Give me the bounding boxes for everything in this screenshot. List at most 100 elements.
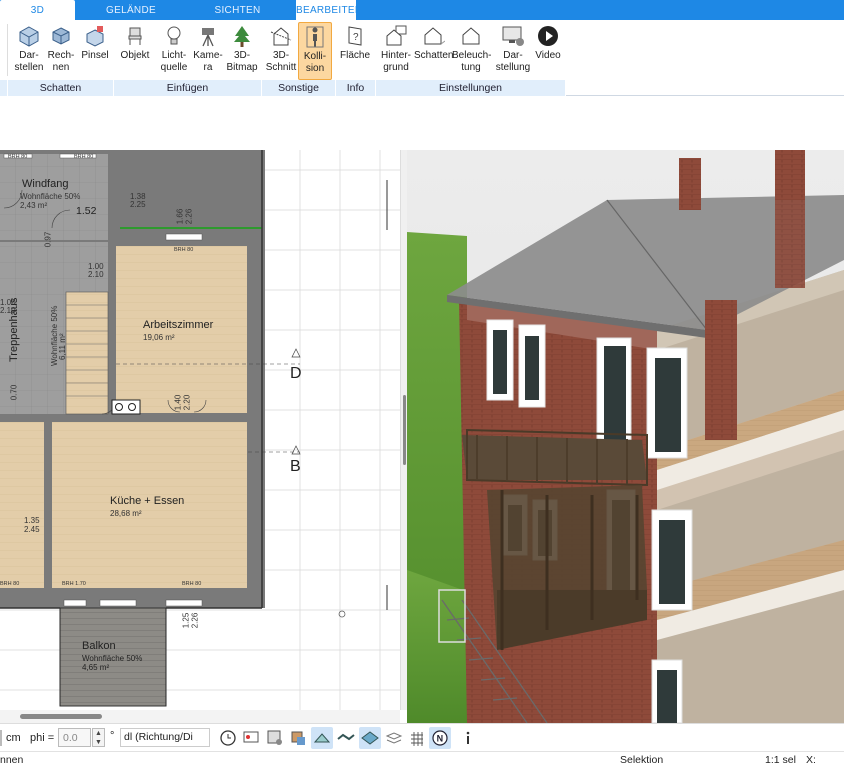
ribbon-left-overflow [0, 24, 8, 76]
rechnen-button[interactable]: Rech- nen [46, 22, 76, 80]
dim-226: 2.26 [184, 208, 194, 225]
horizontal-scrollbar[interactable] [0, 710, 400, 723]
material-icon[interactable] [287, 727, 309, 749]
section-marker-d[interactable]: D [290, 365, 302, 383]
darstellen-button[interactable]: Dar- stellen [12, 22, 46, 80]
group-einstellungen: Einstellungen [376, 80, 566, 96]
ribbon-tabbar: 3D GELÄNDE SICHTEN BEARBEITEN [0, 0, 844, 20]
room-arbeitszimmer-name: Arbeitszimmer [143, 319, 214, 331]
rechnen-label: Rech- nen [47, 50, 75, 73]
pinsel-button[interactable]: Pinsel [78, 22, 112, 80]
section-house-icon [270, 27, 292, 46]
flaeche-button[interactable]: ? Fläche [338, 22, 372, 80]
render-settings-icon[interactable] [264, 727, 286, 749]
schatten-button[interactable]: Schatten [414, 22, 453, 80]
snap-mode-1-icon[interactable] [311, 727, 333, 749]
dim-210-a: 2.10 [88, 270, 104, 279]
ribbon: Dar- stellen Rech- nen Pinsel Objekt Lic… [0, 20, 844, 96]
tab-3d[interactable]: 3D [0, 0, 75, 20]
more-options-icon[interactable] [457, 727, 479, 749]
lightbulb-icon [167, 26, 181, 45]
clock-icon[interactable] [217, 727, 239, 749]
kollision-button[interactable]: Kolli- sion [298, 22, 332, 80]
snap-mode-1-svg [313, 733, 331, 743]
phi-stepper[interactable]: ▲ ▼ [92, 728, 105, 747]
beleuchtung-button[interactable]: Beleuch- tung [452, 22, 491, 80]
brh-label-4: BRH 80 [182, 581, 202, 587]
room-balkon-sub: Wohnfläche 50% [82, 654, 143, 663]
svg-text:N: N [437, 734, 444, 744]
dim-226-b: 2.26 [190, 612, 200, 629]
scrollbar-thumb[interactable] [20, 714, 102, 719]
snap-mode-2-svg [337, 733, 355, 741]
objekt-button[interactable]: Objekt [118, 22, 152, 80]
dim-245: 2.45 [24, 525, 40, 534]
objekt-label: Objekt [120, 50, 150, 61]
flaeche-label: Fläche [339, 50, 370, 61]
monitor-view-svg [243, 731, 259, 743]
darstellen-label: Dar- stellen [14, 50, 44, 73]
tab-sichten[interactable]: SICHTEN [195, 0, 280, 20]
house-light-icon [462, 27, 480, 45]
floor-plan-view[interactable]: Windfang Wohnfläche 50% 2,43 m² 1.52 1.3… [0, 150, 400, 710]
tab-bearbeiten[interactable]: BEARBEITEN [296, 0, 362, 20]
hintergrund-button[interactable]: Hinter- grund [378, 22, 414, 80]
snap-mode-3-svg [361, 731, 379, 745]
room-windfang-name: Windfang [22, 178, 69, 190]
unit-label: cm [6, 732, 21, 744]
grid-svg [411, 732, 423, 746]
section-marker-b[interactable]: B [290, 458, 301, 476]
bitmap3d-label: 3D- Bitmap [226, 50, 258, 73]
darstellung-button[interactable]: Dar- stellung [492, 22, 534, 80]
room-kueche-name: Küche + Essen [110, 495, 185, 507]
snap-mode-2-icon[interactable] [335, 727, 357, 749]
status-bar: nnen Selektion 1:1 sel X: [0, 751, 844, 767]
more-options-svg [466, 731, 470, 744]
north-icon[interactable]: N [429, 727, 451, 749]
tab-gelaende[interactable]: GELÄNDE [88, 0, 174, 20]
dim-152: 1.52 [76, 205, 97, 217]
svg-text:?: ? [353, 32, 359, 43]
tree-icon [234, 26, 250, 47]
layers-svg [385, 732, 403, 744]
lichtquelle-button[interactable]: Licht- quelle [154, 22, 194, 80]
app-window: 3D GELÄNDE SICHTEN BEARBEITEN Dar- stell… [0, 0, 844, 767]
group-info: Info [336, 80, 376, 96]
room-treppenhaus-name: Treppenhaus [8, 297, 20, 362]
room-windfang-sub: Wohnfläche 50% [20, 192, 81, 201]
split-grip[interactable] [403, 395, 406, 465]
group-schatten: Schatten [8, 80, 114, 96]
phi-input[interactable] [58, 728, 91, 747]
house-background-icon [386, 25, 407, 46]
bitmap3d-button[interactable]: 3D- Bitmap [224, 22, 260, 80]
status-left-text: nnen [0, 754, 24, 766]
dim-220: 2.20 [182, 394, 192, 411]
monitor-view-icon[interactable] [240, 727, 262, 749]
video-label: Video [535, 50, 561, 61]
grid-icon[interactable] [406, 727, 428, 749]
kamera-button[interactable]: Kame- ra [192, 22, 224, 80]
floor-plan-drawing [0, 150, 400, 710]
chair-icon [128, 27, 142, 45]
pinsel-label: Pinsel [81, 50, 109, 61]
material-svg [291, 731, 305, 745]
house-shadow-icon [424, 27, 445, 45]
video-button[interactable]: Video [534, 22, 562, 80]
snap-mode-3-icon[interactable] [359, 727, 381, 749]
layers-icon[interactable] [383, 727, 405, 749]
room-balkon-name: Balkon [82, 640, 116, 652]
room-treppenhaus-area: 6,11 m² [58, 333, 67, 360]
paint-cube-icon [86, 26, 104, 47]
schnitt3d-label: 3D- Schnitt [265, 50, 297, 73]
split-divider[interactable] [400, 150, 407, 710]
direction-select[interactable]: dl (Richtung/Di [120, 728, 210, 747]
lichtquelle-label: Licht- quelle [160, 50, 188, 73]
3d-view[interactable] [407, 150, 844, 723]
degree-symbol: ° [110, 730, 115, 742]
status-scale: 1:1 sel [765, 754, 796, 766]
brh-label-3: BRH 80 [174, 247, 194, 253]
group-einfuegen: Einfügen [114, 80, 262, 96]
schnitt3d-button[interactable]: 3D- Schnitt [264, 22, 298, 80]
render-settings-svg [267, 730, 282, 745]
3d-house-render [407, 150, 844, 723]
